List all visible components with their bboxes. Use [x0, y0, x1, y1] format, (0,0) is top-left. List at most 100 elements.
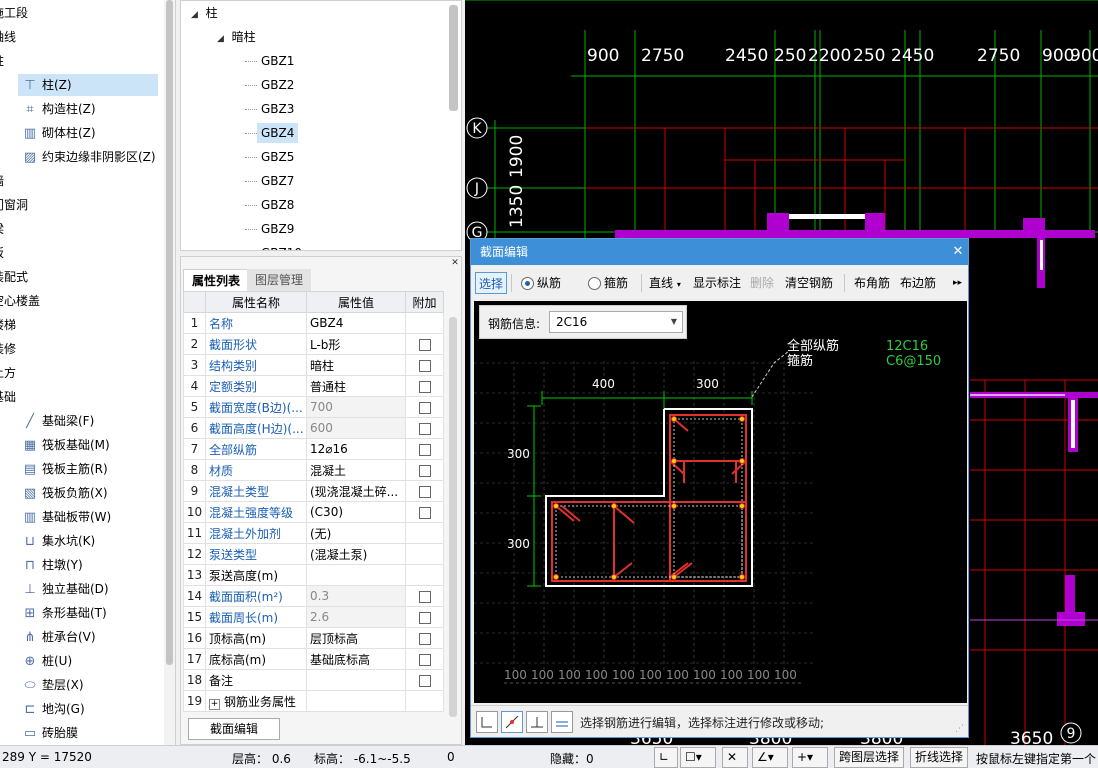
tree-node-gbz[interactable]: GBZ4: [257, 123, 299, 143]
tree-item[interactable]: ▨ 约束边缘非阴影区(Z): [18, 146, 158, 168]
property-row[interactable]: 13 泵送高度(m): [183, 564, 444, 586]
property-row[interactable]: 18 备注: [183, 669, 444, 691]
left-tree-scroll-thumb[interactable]: [166, 0, 173, 665]
section-edit-button[interactable]: 截面编辑: [188, 718, 280, 740]
property-value[interactable]: [306, 564, 406, 586]
tree-node-column[interactable]: ◢ 柱: [191, 3, 218, 23]
extra-checkbox[interactable]: [419, 590, 431, 603]
cross-icon[interactable]: ✕: [722, 747, 748, 768]
tree-node-gbz[interactable]: GBZ8: [261, 195, 294, 215]
left-tree-scrollbar[interactable]: [164, 0, 175, 745]
property-row[interactable]: 4 定额类别 普通柱: [183, 375, 444, 397]
property-row[interactable]: 19 + 钢筋业务属性: [183, 690, 444, 712]
property-row[interactable]: 9 混凝土类型 (现浇混凝土碎...: [183, 480, 444, 502]
legend-stirrup-value[interactable]: C6@150: [886, 354, 941, 369]
property-value[interactable]: (C30): [306, 501, 406, 523]
property-value[interactable]: 普通柱: [306, 375, 406, 397]
extra-checkbox[interactable]: [419, 632, 431, 645]
property-value[interactable]: 12⌀16: [306, 438, 406, 460]
tree-item[interactable]: 柱: [0, 50, 4, 72]
tree-item[interactable]: ⊥ 独立基础(D): [18, 578, 158, 600]
dimension-tool-icon[interactable]: [551, 711, 573, 733]
rebar-point[interactable]: [671, 458, 677, 464]
stirrup-horizontal[interactable]: [551, 501, 747, 582]
clear-rebar-button[interactable]: 清空钢筋: [785, 272, 833, 294]
select-box-icon[interactable]: ☐▾: [680, 747, 716, 768]
section-outline[interactable]: [545, 408, 753, 587]
corner-rebar-button[interactable]: 布角筋: [854, 272, 890, 294]
tree-item[interactable]: ⊓ 柱墩(Y): [18, 554, 158, 576]
tree-item[interactable]: 梁: [0, 218, 4, 240]
property-row[interactable]: 1 名称 GBZ4: [183, 312, 444, 334]
property-value[interactable]: (混凝土泵): [306, 543, 406, 565]
rebar-point[interactable]: [671, 503, 677, 509]
tree-item[interactable]: ⊞ 条形基础(T): [18, 602, 158, 624]
tree-item[interactable]: 门窗洞: [0, 194, 28, 216]
property-row[interactable]: 6 截面高度(H边)(... 600: [183, 417, 444, 439]
property-value[interactable]: [306, 690, 406, 712]
tree-item[interactable]: 楼梯: [0, 314, 16, 336]
tree-node-gbz[interactable]: GBZ7: [261, 171, 294, 191]
rebar-point[interactable]: [553, 503, 559, 509]
property-row[interactable]: 5 截面宽度(B边)(... 700: [183, 396, 444, 418]
extra-checkbox[interactable]: [419, 464, 431, 477]
tree-item[interactable]: ⌗ 构造柱(Z): [18, 98, 158, 120]
property-row[interactable]: 2 截面形状 L-b形: [183, 333, 444, 355]
extra-checkbox[interactable]: [419, 401, 431, 414]
tree-item[interactable]: ▥ 砌体柱(Z): [18, 122, 158, 144]
tree-item[interactable]: ⊔ 集水坑(K): [18, 530, 158, 552]
expand-icon[interactable]: +: [209, 698, 220, 710]
tree-item[interactable]: 墙: [0, 170, 4, 192]
tree-item[interactable]: ⊏ 地沟(G): [18, 698, 158, 720]
property-row[interactable]: 3 结构类别 暗柱: [183, 354, 444, 376]
collapse-triangle-icon[interactable]: ◢: [217, 34, 224, 44]
column-gbz[interactable]: [865, 213, 885, 239]
angle-snap-icon[interactable]: ∠▾: [752, 747, 788, 768]
section-dim-top-left[interactable]: 400: [592, 377, 615, 391]
tree-item[interactable]: ⊤ 柱(Z): [18, 74, 158, 96]
tree-node-gbz[interactable]: GBZ3: [261, 99, 294, 119]
section-dim-left-bottom[interactable]: 300: [507, 537, 530, 551]
ortho-toggle-icon[interactable]: ∟: [654, 747, 678, 768]
extra-checkbox[interactable]: [419, 443, 431, 456]
delete-button[interactable]: 删除: [750, 272, 774, 294]
column-gbz[interactable]: [1023, 218, 1045, 238]
tree-item[interactable]: 土方: [0, 362, 16, 384]
ortho-mode-icon[interactable]: [476, 711, 498, 733]
long-rebar-radio[interactable]: 纵筋: [521, 272, 561, 294]
tree-item[interactable]: 基础: [0, 386, 16, 408]
property-value[interactable]: L-b形: [306, 333, 406, 355]
resize-grip-icon[interactable]: ⋰: [955, 724, 965, 734]
legend-all-long-value[interactable]: 12C16: [886, 339, 928, 354]
property-value[interactable]: 层顶标高: [306, 627, 406, 649]
property-value[interactable]: [306, 669, 406, 691]
tab-layer-management[interactable]: 图层管理: [247, 269, 312, 291]
column-gbz[interactable]: [767, 213, 789, 239]
extra-checkbox[interactable]: [419, 611, 431, 624]
more-tools-icon[interactable]: ▸▸: [953, 272, 962, 294]
tree-node-gbz[interactable]: GBZ2: [261, 75, 294, 95]
extra-checkbox[interactable]: [419, 338, 431, 351]
mid-tree-scrollbar[interactable]: [449, 5, 458, 111]
collapse-triangle-icon[interactable]: ◢: [191, 10, 198, 20]
property-value[interactable]: 600: [306, 417, 406, 439]
select-button[interactable]: 选择: [475, 272, 508, 294]
property-value[interactable]: 暗柱: [306, 354, 406, 376]
perpendicular-icon[interactable]: [526, 711, 548, 733]
property-row[interactable]: 17 底标高(m) 基础底标高: [183, 648, 444, 670]
cross-layer-select-button[interactable]: 跨图层选择: [834, 747, 905, 768]
show-dims-button[interactable]: 显示标注: [693, 272, 741, 294]
property-value[interactable]: GBZ4: [306, 312, 406, 334]
property-value[interactable]: (现浇混凝土碎...: [306, 480, 406, 502]
tree-item[interactable]: ▧ 筏板负筋(X): [18, 482, 158, 504]
property-row[interactable]: 8 材质 混凝土: [183, 459, 444, 481]
extra-checkbox[interactable]: [419, 674, 431, 687]
rebar-point[interactable]: [739, 416, 745, 422]
section-dim-top-right[interactable]: 300: [696, 377, 719, 391]
property-value[interactable]: 0.3: [306, 585, 406, 607]
property-row[interactable]: 12 泵送类型 (混凝土泵): [183, 543, 444, 565]
tree-item[interactable]: 装修: [0, 338, 16, 360]
property-row[interactable]: 10 混凝土强度等级 (C30): [183, 501, 444, 523]
section-dim-left-top[interactable]: 300: [507, 447, 530, 461]
tree-item[interactable]: ▥ 基础板带(W): [18, 506, 158, 528]
